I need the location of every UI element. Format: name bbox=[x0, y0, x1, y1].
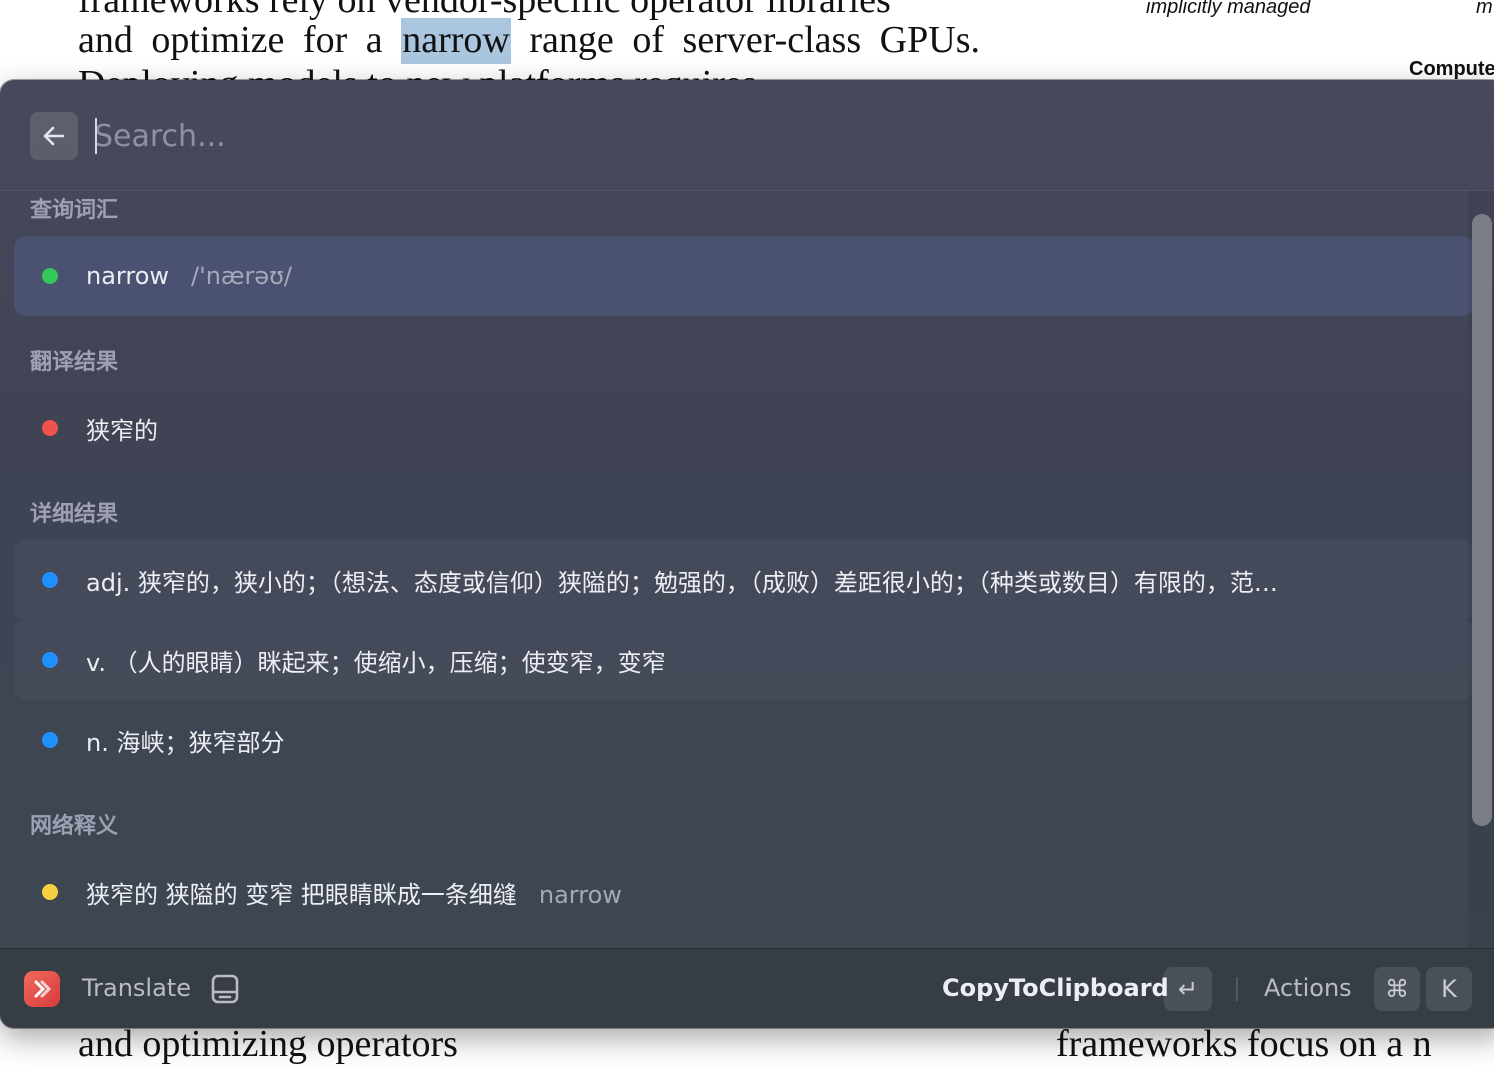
copy-to-clipboard-button[interactable]: CopyToClipboard bbox=[942, 974, 1169, 1002]
search-input[interactable] bbox=[94, 110, 1394, 162]
translate-app-icon bbox=[24, 971, 60, 1007]
status-dot bbox=[42, 652, 58, 668]
arrow-left-icon bbox=[43, 126, 65, 146]
enter-key-hint: ↵ bbox=[1164, 967, 1212, 1011]
search-bar bbox=[0, 80, 1494, 191]
k-key-hint: K bbox=[1426, 967, 1472, 1011]
list-item-label: 狭窄的 bbox=[86, 416, 158, 445]
translate-panel: 查询词汇 narrow/'nærəʊ/ 翻译结果 狭窄的 详细结果 adj. 狭… bbox=[0, 80, 1494, 1028]
list-item-word[interactable]: narrow/'nærəʊ/ bbox=[14, 236, 1474, 316]
doc-word: of bbox=[632, 19, 664, 61]
doc-word: for bbox=[302, 19, 348, 61]
doc-word: range bbox=[529, 19, 614, 61]
list-item-subtitle: narrow bbox=[538, 880, 622, 909]
list-item-label: v. （人的眼睛）眯起来；使缩小，压缩；使变窄，变窄 bbox=[86, 648, 666, 677]
scrollbar[interactable] bbox=[1468, 190, 1494, 1028]
action-bar: Translate CopyToClipboard ↵ Actions ⌘ K bbox=[0, 948, 1494, 1028]
doc-side-label: m bbox=[1476, 0, 1493, 18]
text-caret bbox=[95, 118, 97, 154]
doc-line: frameworks focus on a n bbox=[1056, 1023, 1432, 1065]
list-item-label: n. 海峡；狭窄部分 bbox=[86, 728, 285, 757]
doc-side-label: Compute bbox=[1409, 58, 1494, 80]
doc-side-label: implicitly managed bbox=[1146, 0, 1311, 18]
scrollbar-thumb[interactable] bbox=[1472, 214, 1492, 826]
doc-line-highlighted: and optimize for a narrow range of serve… bbox=[78, 18, 980, 64]
keyboard-layout-icon[interactable] bbox=[210, 973, 240, 1005]
doc-line: and optimizing operators bbox=[78, 1023, 458, 1065]
section-label-translation: 翻译结果 bbox=[30, 350, 119, 375]
list-item-label: adj. 狭窄的，狭小的；（想法、态度或信仰）狭隘的；勉强的，（成败）差距很小的… bbox=[86, 568, 1278, 597]
list-item-web[interactable]: 狭窄的 狭隘的 变窄 把眼睛眯成一条细缝 narrow bbox=[14, 852, 1474, 932]
doc-word: and bbox=[78, 19, 133, 61]
phonetic-label: /'nærəʊ/ bbox=[191, 262, 293, 290]
list-item-label: narrow/'nærəʊ/ bbox=[86, 262, 293, 290]
list-item-detail-adj[interactable]: adj. 狭窄的，狭小的；（想法、态度或信仰）狭隘的；勉强的，（成败）差距很小的… bbox=[14, 540, 1474, 620]
divider bbox=[1236, 977, 1238, 1001]
doc-line: Deploying models to new platforms requir… bbox=[78, 62, 980, 82]
status-dot bbox=[42, 732, 58, 748]
actions-button[interactable]: Actions bbox=[1264, 974, 1352, 1002]
list-item-detail-v[interactable]: v. （人的眼睛）眯起来；使缩小，压缩；使变窄，变窄 bbox=[14, 620, 1474, 700]
section-label-lookup: 查询词汇 bbox=[30, 198, 119, 223]
command-key-hint: ⌘ bbox=[1374, 967, 1420, 1011]
translate-logo-icon bbox=[34, 980, 52, 998]
status-dot bbox=[42, 572, 58, 588]
section-label-web: 网络释义 bbox=[30, 814, 119, 839]
doc-word: a bbox=[365, 19, 383, 61]
list-item-translation[interactable]: 狭窄的 bbox=[14, 388, 1474, 468]
highlighted-word[interactable]: narrow bbox=[401, 18, 511, 64]
doc-word: GPUs. bbox=[879, 19, 980, 61]
list-item-label: 狭窄的 狭隘的 变窄 把眼睛眯成一条细缝 narrow bbox=[86, 880, 622, 909]
status-dot bbox=[42, 420, 58, 436]
status-dot bbox=[42, 884, 58, 900]
doc-word: server-class bbox=[682, 19, 862, 61]
doc-word: optimize bbox=[151, 19, 285, 61]
list-item-detail-n[interactable]: n. 海峡；狭窄部分 bbox=[14, 700, 1474, 780]
section-label-details: 详细结果 bbox=[30, 502, 119, 527]
extension-title: Translate bbox=[82, 974, 191, 1002]
back-button[interactable] bbox=[30, 112, 78, 160]
status-dot bbox=[42, 268, 58, 284]
